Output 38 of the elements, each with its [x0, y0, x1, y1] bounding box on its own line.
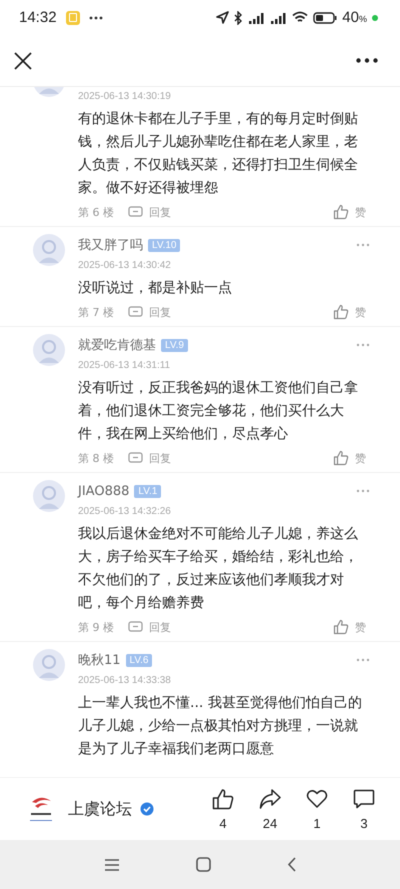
- battery-level: 40: [342, 9, 359, 26]
- reply-link[interactable]: 回复: [149, 620, 171, 634]
- reply-link[interactable]: 回复: [149, 450, 171, 466]
- account-name[interactable]: 上虞论坛: [68, 798, 132, 820]
- user-name[interactable]: 就爱吃肯德基: [78, 336, 156, 354]
- user-name[interactable]: 我又胖了吗: [78, 236, 143, 254]
- level-tag: LV.10: [148, 238, 180, 252]
- user-name[interactable]: JIAO888: [78, 484, 130, 498]
- like-link[interactable]: 赞: [355, 304, 366, 320]
- comment-date: 2025-06-13 14:31:11: [78, 359, 172, 373]
- comment-date: 2025-06-13 14:32:26: [78, 505, 172, 519]
- comment-text: 上一辈人我也不懂... 我甚至觉得他们怕自己的儿子儿媳，少给一点极其怕对方挑理，一说就是为了儿子幸福我们老两口愿意: [78, 694, 363, 759]
- comment-text: 没有听过，反正我爸妈的退休工资他们自己拿着，他们退休工资完全够花，他们买什么大件，我在网上买给他们，尽点孝心: [78, 379, 359, 444]
- reply-link[interactable]: 回复: [149, 304, 171, 320]
- action-count: 1: [313, 816, 321, 830]
- comment-text: 没听说过，都是补贴一点: [78, 279, 233, 298]
- level-tag: LV.9: [161, 338, 188, 352]
- level-tag: LV.6: [126, 654, 152, 666]
- reply-link[interactable]: 回复: [149, 204, 171, 220]
- comment-date: 2025-06-13 14:30:19: [78, 90, 172, 104]
- like-link[interactable]: 赞: [355, 204, 366, 220]
- floor-number: 第 7 楼: [78, 304, 114, 320]
- comment-text: 我以后退休金绝对不可能给儿子儿媳，养这么大，房子给买车子给买，婚给结，彩礼也给，不欠他们的了，反过来应该他们孝顺我才对吧，每个月给赡养费: [78, 525, 359, 613]
- action-count: 4: [219, 816, 227, 830]
- action-count: 3: [360, 816, 368, 830]
- like-link[interactable]: 赞: [355, 620, 366, 634]
- user-name[interactable]: 晚秋11: [78, 651, 121, 669]
- floor-number: 第 8 楼: [78, 450, 114, 466]
- like-link[interactable]: 赞: [355, 450, 366, 466]
- level-tag: LV.1: [134, 484, 162, 498]
- percent-sign: %: [358, 14, 367, 24]
- floor-number: 第 6 楼: [78, 204, 114, 220]
- clock-time: 14:32: [19, 9, 57, 26]
- floor-number: 第 9 楼: [78, 620, 114, 634]
- comment-date: 2025-06-13 14:33:38: [78, 674, 172, 688]
- comment-text: 有的退休卡都在儿子手里，有的每月定时倒贴钱，然后儿子儿媳孙辈吃住都在老人家里，老人负责，不仅贴钱买菜，还得打扫卫生伺候全家。做不好还得被埋怨: [78, 110, 359, 198]
- comment-date: 2025-06-13 14:30:42: [78, 259, 172, 273]
- action-count: 24: [262, 816, 278, 830]
